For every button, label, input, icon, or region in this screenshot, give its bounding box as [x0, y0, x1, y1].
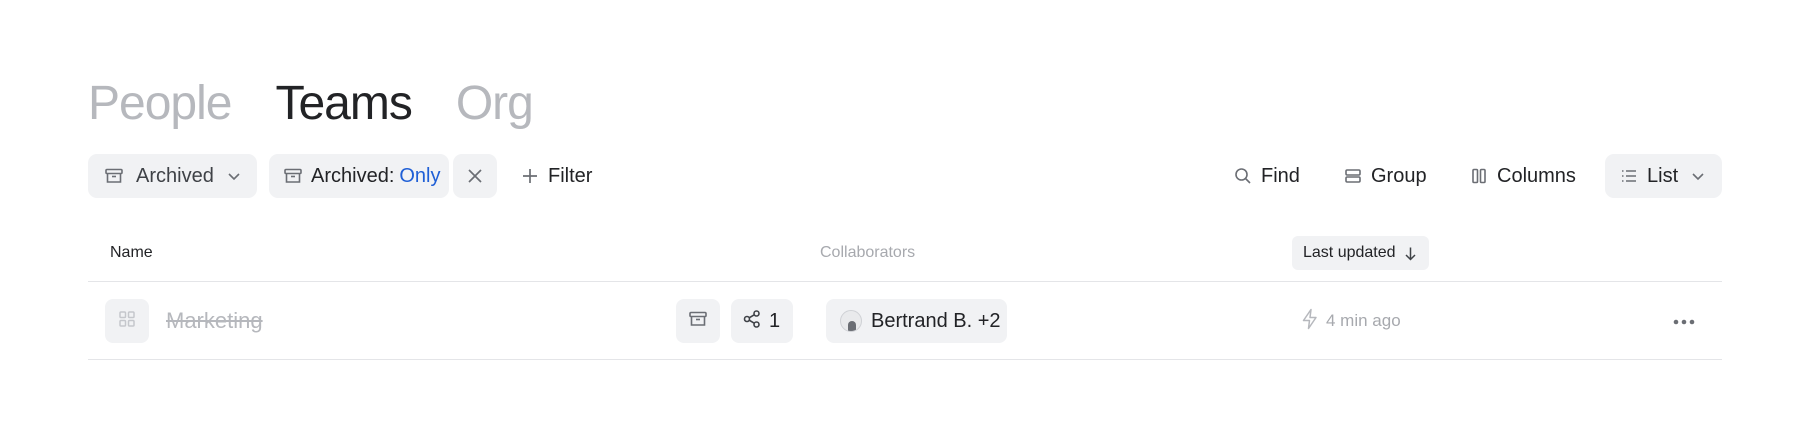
toolbar: Archived Archived: Only Filter Find Grou… — [88, 154, 1722, 198]
find-label: Find — [1261, 164, 1300, 187]
bolt-icon — [1300, 308, 1320, 335]
remove-filter-button[interactable] — [453, 154, 497, 198]
share-button[interactable]: 1 — [731, 299, 793, 343]
share-count: 1 — [769, 309, 781, 332]
layout-dropdown-label: List — [1647, 164, 1679, 187]
filter-chip-archived[interactable]: Archived: Only — [269, 154, 449, 198]
collaborators-label: Bertrand B. +2 — [871, 309, 1001, 332]
column-header-last-updated[interactable]: Last updated — [1292, 236, 1429, 270]
avatar-figure — [848, 321, 856, 331]
add-filter-button[interactable]: Filter — [521, 154, 611, 198]
avatar — [840, 310, 862, 332]
row-more-button[interactable] — [1664, 299, 1704, 343]
group-icon — [1344, 167, 1362, 185]
archive-box-icon — [104, 166, 124, 186]
last-updated-label: Last updated — [1303, 244, 1396, 261]
columns-button[interactable]: Columns — [1470, 154, 1580, 198]
close-icon — [466, 167, 484, 185]
group-button[interactable]: Group — [1344, 154, 1434, 198]
tab-teams[interactable]: Teams — [275, 77, 412, 131]
row-divider — [88, 359, 1722, 360]
layout-dropdown[interactable]: List — [1605, 154, 1722, 198]
column-header-collaborators[interactable]: Collaborators — [820, 236, 915, 270]
list-icon — [1620, 167, 1638, 185]
last-updated-value: 4 min ago — [1326, 311, 1401, 330]
chevron-down-icon — [226, 168, 242, 184]
view-dropdown[interactable]: Archived — [88, 154, 257, 198]
columns-icon — [1470, 167, 1488, 185]
collaborators-chip[interactable]: Bertrand B. +2 — [826, 299, 1007, 343]
find-button[interactable]: Find — [1234, 154, 1314, 198]
column-header-name[interactable]: Name — [110, 236, 153, 270]
table-row[interactable]: Marketing 1 Bertrand B. +2 4 min ago — [88, 282, 1722, 359]
tab-people[interactable]: People — [88, 77, 232, 131]
filter-chip-value: Only — [399, 164, 441, 187]
filter-chip-key: Archived: — [311, 164, 395, 187]
team-avatar — [105, 299, 149, 343]
archive-box-icon — [283, 166, 303, 186]
arrow-down-icon — [1403, 246, 1418, 261]
view-dropdown-label: Archived — [136, 164, 214, 187]
more-horizontal-icon — [1673, 312, 1695, 330]
add-filter-label: Filter — [548, 164, 593, 187]
archived-status-button[interactable] — [676, 299, 720, 343]
plus-icon — [521, 167, 539, 185]
last-updated-cell: 4 min ago — [1300, 299, 1401, 343]
columns-label: Columns — [1497, 164, 1576, 187]
team-name[interactable]: Marketing — [166, 299, 263, 343]
grid-icon — [118, 310, 136, 333]
tab-org[interactable]: Org — [456, 77, 534, 131]
archive-box-icon — [688, 309, 708, 334]
group-label: Group — [1371, 164, 1427, 187]
search-icon — [1234, 167, 1252, 185]
chevron-down-icon — [1690, 168, 1706, 184]
share-icon — [742, 309, 762, 334]
view-tabs: People Teams Org — [88, 77, 534, 131]
